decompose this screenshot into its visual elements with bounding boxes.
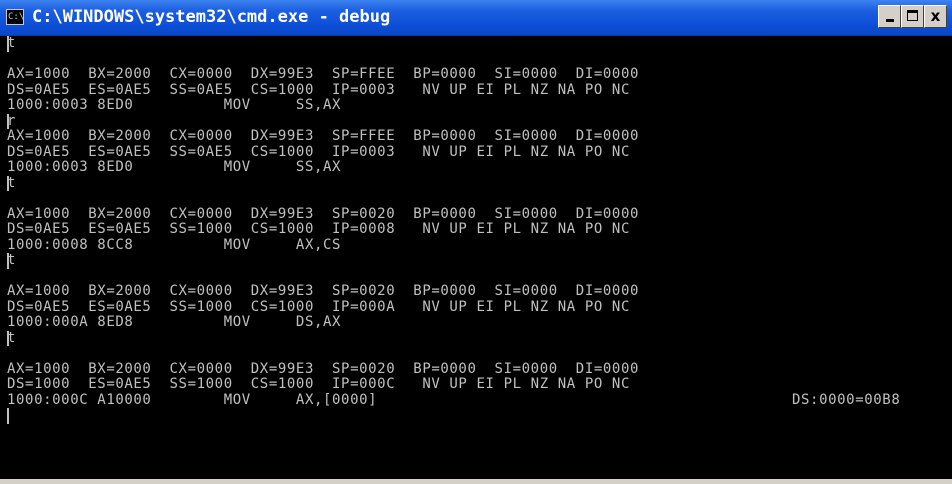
- console-line: t: [7, 174, 17, 191]
- console-line: 1000:000A 8ED8 MOV DS,AX: [7, 314, 342, 330]
- console-line: AX=1000 BX=2000 CX=0000 DX=99E3 SP=0020 …: [7, 360, 640, 377]
- prompt-marker: [7, 330, 9, 346]
- minimize-icon: [885, 19, 894, 22]
- cmd-icon[interactable]: C:\: [6, 9, 24, 25]
- console-line: DS=1000 ES=0AE5 SS=1000 CS=1000 IP=000C …: [7, 376, 630, 392]
- prompt-marker: [7, 113, 9, 129]
- close-icon: x: [930, 7, 941, 25]
- console-line: 1000:0003 8ED0 MOV SS,AX: [7, 159, 342, 175]
- console-line: t: [7, 329, 17, 346]
- title-bar[interactable]: C:\ C:\WINDOWS\system32\cmd.exe - debug …: [0, 0, 952, 36]
- console-line: AX=1000 BX=2000 CX=0000 DX=99E3 SP=0020 …: [7, 205, 640, 222]
- ds-memory-value: DS:0000=00B8: [792, 391, 901, 408]
- console-line: [0, 408, 952, 424]
- console-line: AX=1000 BX=2000 CX=0000 DX=99E3 SP=0020 …: [7, 283, 640, 299]
- maximize-icon: [907, 10, 918, 21]
- console-line: AX=1000 BX=2000 CX=0000 DX=99E3 SP=FFEE …: [7, 66, 640, 82]
- console-output[interactable]: t AX=1000 BX=2000 CX=0000 DX=99E3 SP=FFEE…: [0, 35, 952, 484]
- console-line: DS=0AE5 ES=0AE5 SS=0AE5 CS=1000 IP=0003 …: [7, 143, 630, 160]
- console-line: 1000:0003 8ED0 MOV SS,AX: [7, 97, 342, 113]
- prompt-marker: [7, 408, 9, 424]
- console-line: DS=0AE5 ES=0AE5 SS=0AE5 CS=1000 IP=0003 …: [7, 81, 630, 98]
- close-button[interactable]: x: [924, 5, 947, 28]
- prompt-marker: [7, 36, 9, 52]
- console-line: t: [7, 252, 17, 269]
- console-line: AX=1000 BX=2000 CX=0000 DX=99E3 SP=FFEE …: [7, 128, 640, 144]
- window-bottom-border: [0, 479, 952, 484]
- console-line: DS=0AE5 ES=0AE5 SS=1000 CS=1000 IP=000A …: [7, 298, 630, 315]
- window-title: C:\WINDOWS\system32\cmd.exe - debug: [32, 7, 391, 27]
- maximize-button[interactable]: [901, 5, 924, 28]
- prompt-marker: [7, 253, 9, 269]
- console-line: r: [7, 112, 17, 129]
- cmd-window: C:\ C:\WINDOWS\system32\cmd.exe - debug …: [0, 0, 952, 484]
- console-line: 1000:000C A10000 MOV AX,[0000] DS:0000=00…: [7, 391, 901, 408]
- console-line: t: [7, 35, 17, 52]
- console-line: 1000:0008 8CC8 MOV AX,CS: [7, 236, 342, 253]
- console-line: DS=0AE5 ES=0AE5 SS=1000 CS=1000 IP=0008 …: [7, 221, 630, 237]
- prompt-marker: [7, 175, 9, 191]
- minimize-button[interactable]: [878, 5, 901, 28]
